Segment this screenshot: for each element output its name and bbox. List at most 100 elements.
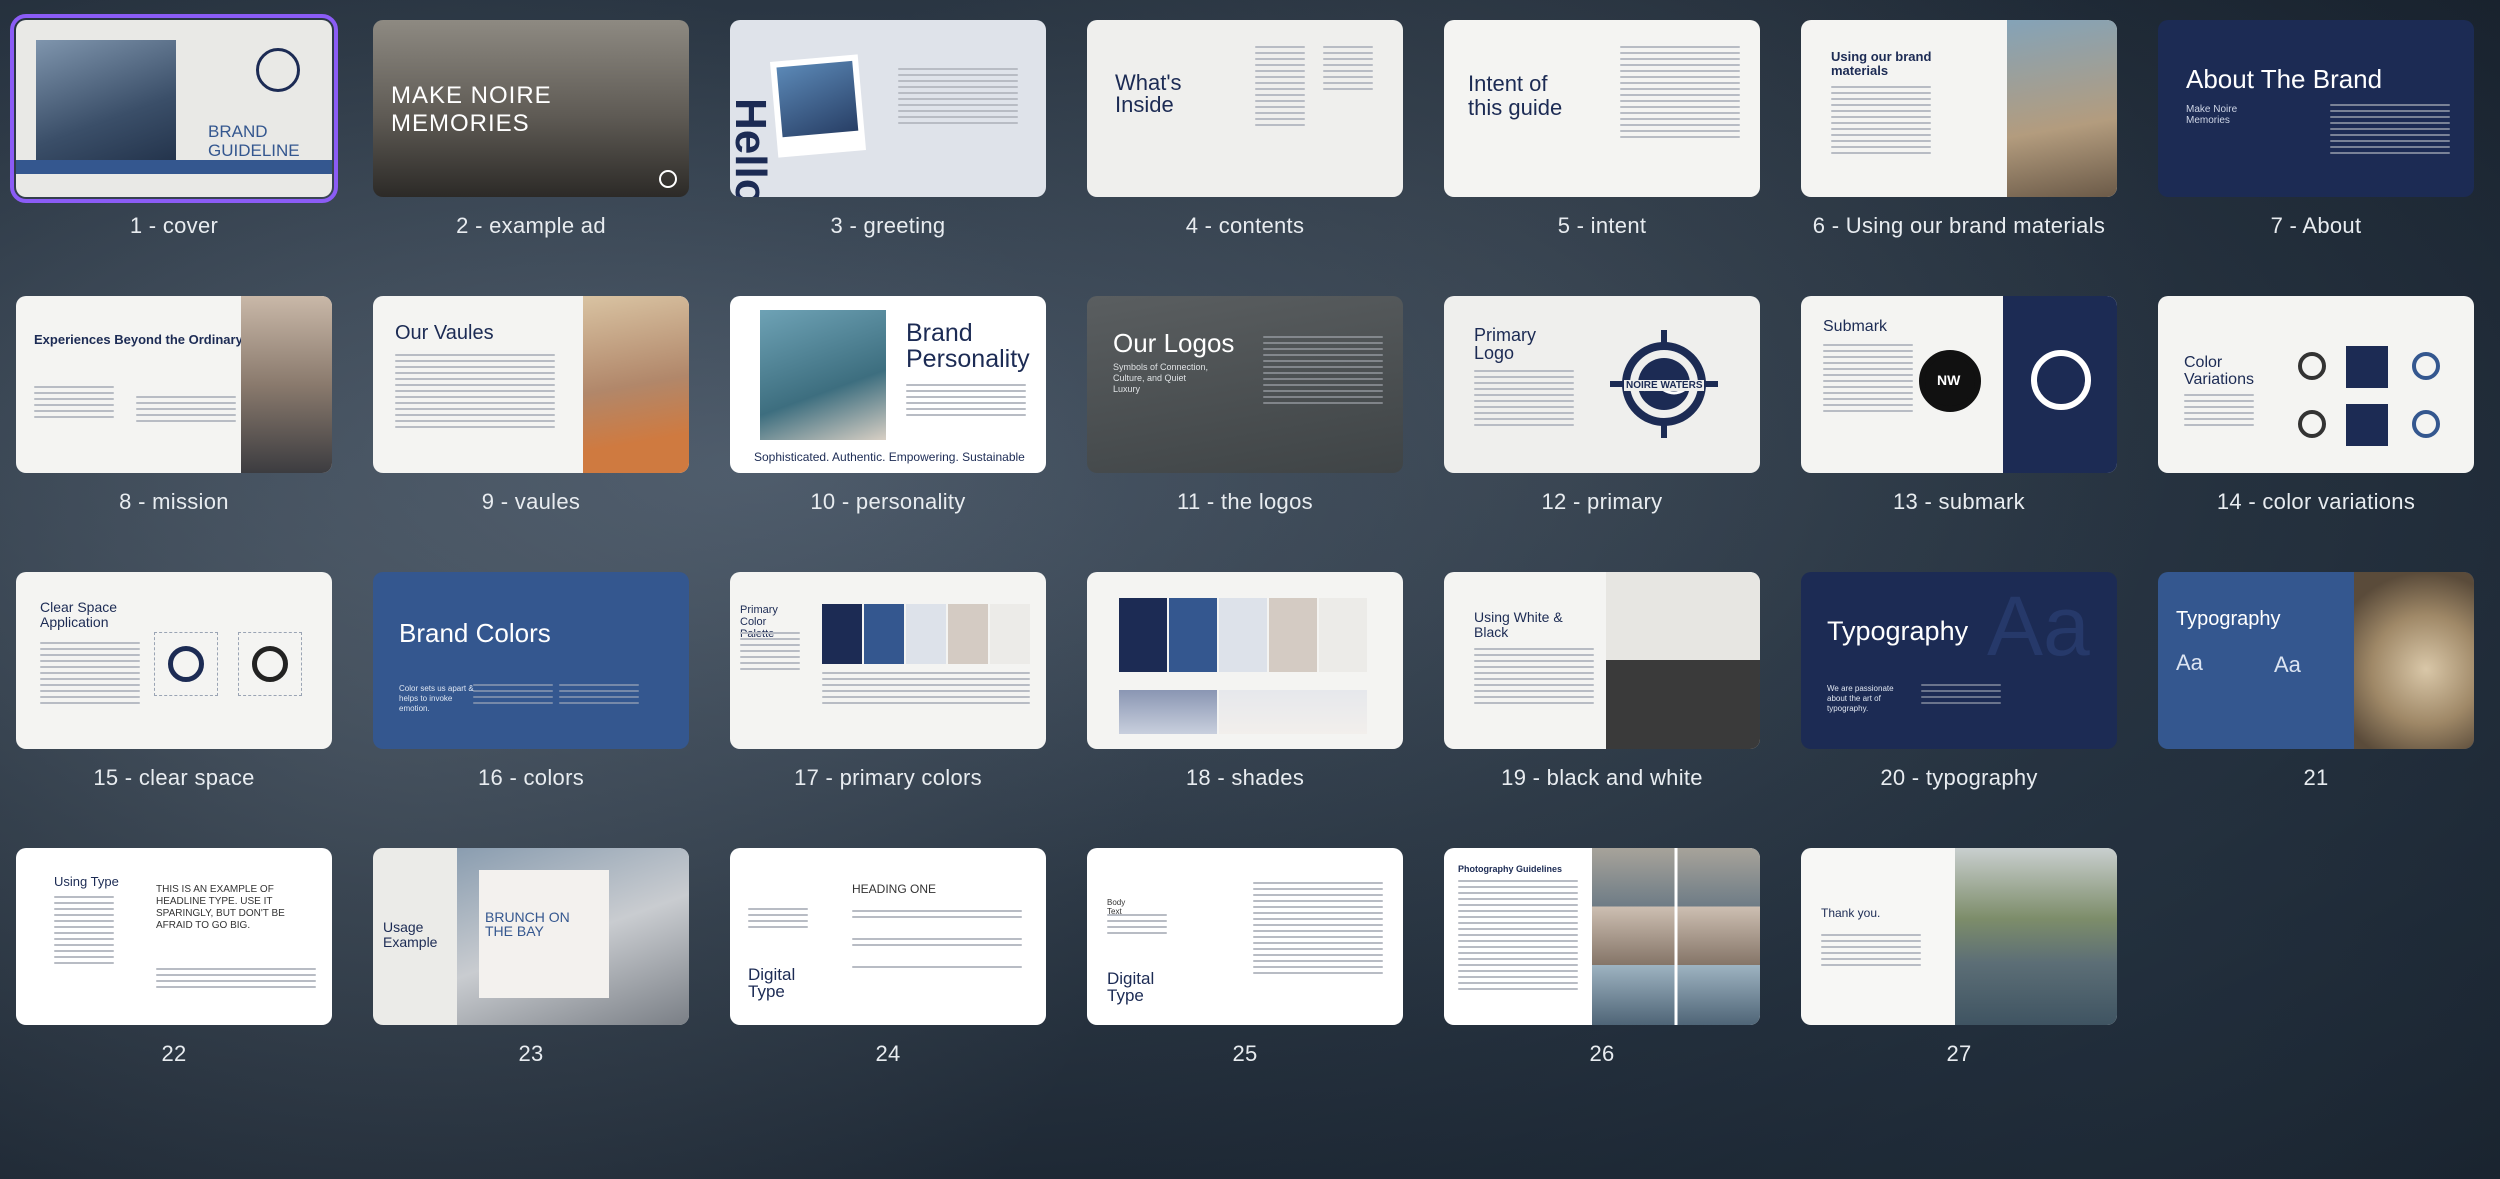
primary-body (1474, 370, 1574, 430)
digital-title-2: Digital Type (1107, 969, 1155, 1005)
page-tile-7[interactable]: About The Brand Make Noire Memories 7 - … (2158, 20, 2474, 296)
page-tile-3[interactable]: Hello 3 - greeting (730, 20, 1046, 296)
clearspace-icon-1 (168, 646, 204, 682)
page-grid: BRAND GUIDELINE 1 - cover MAKE NOIRE MEM… (10, 14, 2474, 1124)
page-thumbnail[interactable] (1087, 572, 1403, 749)
page-tile-21[interactable]: Typography Aa Aa 21 (2158, 572, 2474, 848)
page-thumbnail[interactable]: Typography Aa Aa (2158, 572, 2474, 749)
page-tile-11[interactable]: Our Logos Symbols of Connection, Culture… (1087, 296, 1403, 572)
page-thumbnail[interactable]: Hello (730, 20, 1046, 197)
page-thumbnail[interactable]: What's Inside (1087, 20, 1403, 197)
page-caption: 23 (518, 1041, 544, 1066)
page-thumbnail[interactable]: Clear Space Application (16, 572, 332, 749)
bodytext-columns (1253, 882, 1383, 978)
type-specimen-title: Typography (2176, 608, 2281, 630)
page-caption: 10 - personality (810, 489, 966, 514)
usingtype-body-2 (156, 968, 316, 992)
page-tile-6[interactable]: Using our brand materials 6 - Using our … (1801, 20, 2117, 296)
page-caption: 25 (1232, 1041, 1258, 1066)
page-tile-8[interactable]: Experiences Beyond the Ordinary 8 - miss… (16, 296, 332, 572)
colors-title: Brand Colors (399, 618, 551, 648)
page-thumbnail[interactable]: About The Brand Make Noire Memories (2158, 20, 2474, 197)
page-thumbnail[interactable]: Using our brand materials (1801, 20, 2117, 197)
page-caption: 5 - intent (1557, 213, 1647, 238)
swatch-details (822, 672, 1030, 708)
page-tile-2[interactable]: MAKE NOIRE MEMORIES 2 - example ad (373, 20, 689, 296)
page-tile-26[interactable]: Photography Guidelines 26 (1444, 848, 1760, 1124)
page-thumbnail[interactable]: Body Text Digital Type (1087, 848, 1403, 1025)
clearspace-icon-2 (252, 646, 288, 682)
page-thumbnail[interactable]: Our Logos Symbols of Connection, Culture… (1087, 296, 1403, 473)
primary-logo-text: NOIRE WATERS (1624, 380, 1705, 391)
page-tile-25[interactable]: Body Text Digital Type 25 (1087, 848, 1403, 1124)
page-tile-18[interactable]: 18 - shades (1087, 572, 1403, 848)
compass-logo-icon (256, 48, 300, 92)
materials-title: Using our brand materials (1831, 49, 1932, 78)
clearspace-title: Clear Space Application (40, 599, 118, 630)
page-thumbnail[interactable]: Submark NW (1801, 296, 2117, 473)
yacht-photo (1955, 848, 2117, 1025)
page-caption: 7 - About (2270, 213, 2362, 238)
shade-ramp-2 (1219, 690, 1367, 734)
page-thumbnail[interactable]: Our Vaules (373, 296, 689, 473)
colors-body-2 (559, 684, 639, 708)
swatch-white (990, 604, 1030, 664)
bw-body (1474, 648, 1594, 708)
personality-photo (760, 310, 886, 440)
page-thumbnail[interactable]: Photography Guidelines (1444, 848, 1760, 1025)
page-thumbnail[interactable]: Intent of this guide (1444, 20, 1760, 197)
page-tile-10[interactable]: Brand Personality Sophisticated. Authent… (730, 296, 1046, 572)
page-tile-12[interactable]: Primary Logo NOIRE WATERS 12 - primary (1444, 296, 1760, 572)
page-tile-23[interactable]: Usage Example BRUNCH ON THE BAY 23 (373, 848, 689, 1124)
page-tile-20[interactable]: Aa Typography We are passionate about th… (1801, 572, 2117, 848)
logos-body (1263, 336, 1383, 408)
page-tile-9[interactable]: Our Vaules 9 - vaules (373, 296, 689, 572)
page-thumbnail[interactable]: Brand Personality Sophisticated. Authent… (730, 296, 1046, 473)
page-tile-24[interactable]: Digital Type HEADING ONE 24 (730, 848, 1046, 1124)
page-thumbnail[interactable]: Color Variations (2158, 296, 2474, 473)
digital-title: Digital Type (748, 965, 796, 1001)
page-thumbnail[interactable]: Thank you. (1801, 848, 2117, 1025)
submark-dark-text: NW (1937, 372, 1961, 388)
page-tile-22[interactable]: Using Type THIS IS AN EXAMPLE OF HEADLIN… (16, 848, 332, 1124)
heading-one-sample: HEADING ONE (852, 882, 937, 896)
page-thumbnail[interactable]: Experiences Beyond the Ordinary (16, 296, 332, 473)
yacht-deck-photo (2007, 20, 2117, 197)
page-tile-27[interactable]: Thank you. 27 (1801, 848, 2117, 1124)
page-thumbnail[interactable]: MAKE NOIRE MEMORIES (373, 20, 689, 197)
page-tile-1[interactable]: BRAND GUIDELINE 1 - cover (10, 14, 338, 296)
page-thumbnail[interactable]: Using White & Black (1444, 572, 1760, 749)
page-tile-13[interactable]: Submark NW 13 - submark (1801, 296, 2117, 572)
page-thumbnail[interactable]: Usage Example BRUNCH ON THE BAY (373, 848, 689, 1025)
ad-headline: MAKE NOIRE MEMORIES (391, 82, 552, 137)
personality-body (906, 384, 1026, 420)
page-thumbnail[interactable]: Aa Typography We are passionate about th… (1801, 572, 2117, 749)
page-caption: 20 - typography (1880, 765, 2038, 790)
page-thumbnail[interactable]: Brand Colors Color sets us apart & helps… (373, 572, 689, 749)
page-thumbnail[interactable]: Using Type THIS IS AN EXAMPLE OF HEADLIN… (16, 848, 332, 1025)
usingtype-title: Using Type (54, 874, 119, 889)
page-thumbnail[interactable]: Primary Color Palette (730, 572, 1046, 749)
page-tile-16[interactable]: Brand Colors Color sets us apart & helps… (373, 572, 689, 848)
page-caption: 26 (1589, 1041, 1615, 1066)
type-glyph-1: Aa (2176, 650, 2203, 675)
page-tile-4[interactable]: What's Inside 4 - contents (1087, 20, 1403, 296)
page-thumbnail[interactable]: BRAND GUIDELINE (10, 14, 338, 203)
page-thumbnail[interactable]: Primary Logo NOIRE WATERS (1444, 296, 1760, 473)
type-glyph-2: Aa (2274, 652, 2301, 677)
primary-title: Primary Logo (1474, 325, 1536, 363)
thankyou-body (1821, 934, 1921, 970)
page-thumbnail[interactable]: Digital Type HEADING ONE (730, 848, 1046, 1025)
page-tile-15[interactable]: Clear Space Application 15 - clear space (16, 572, 332, 848)
photography-title: Photography Guidelines (1458, 864, 1563, 874)
typography-title: Typography (1827, 616, 1969, 646)
page-tile-14[interactable]: Color Variations 14 - color variations (2158, 296, 2474, 572)
swatch-blue (864, 604, 904, 664)
page-tile-19[interactable]: Using White & Black 19 - black and white (1444, 572, 1760, 848)
variations-title: Color Variations (2184, 354, 2254, 388)
about-title: About The Brand (2186, 64, 2383, 94)
page-tile-17[interactable]: Primary Color Palette 17 - primary color… (730, 572, 1046, 848)
intent-title: Intent of this guide (1468, 71, 1563, 120)
page-tile-5[interactable]: Intent of this guide 5 - intent (1444, 20, 1760, 296)
brunch-headline: BRUNCH ON THE BAY (485, 909, 570, 939)
